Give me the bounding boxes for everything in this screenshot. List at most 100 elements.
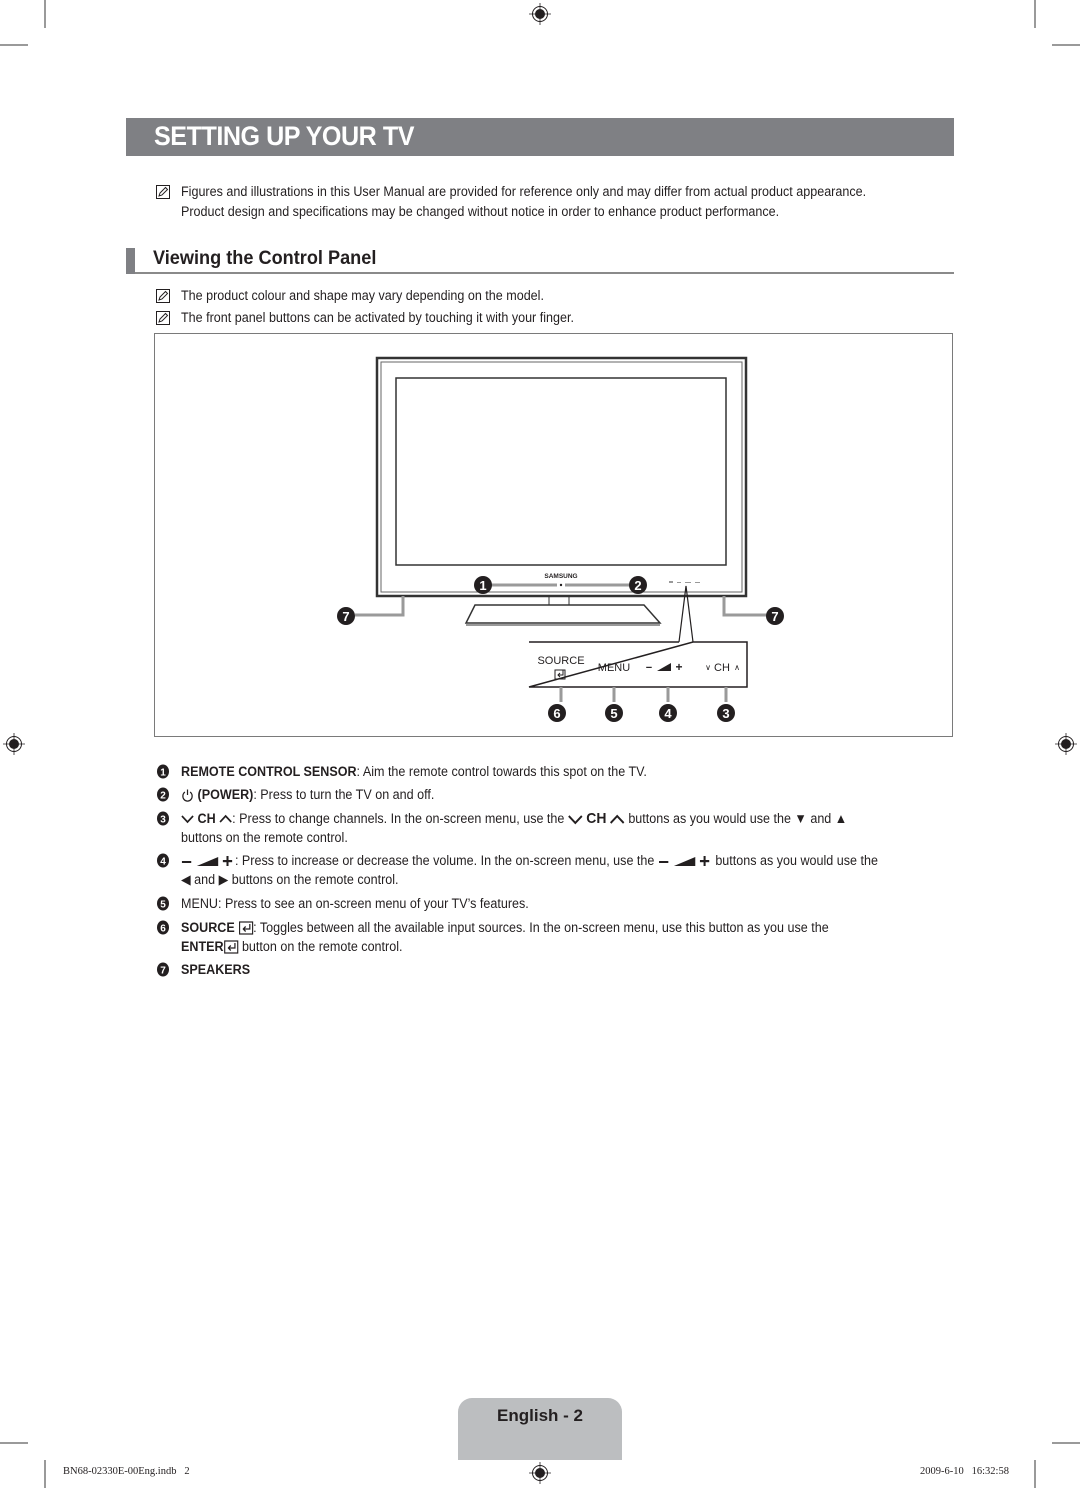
svg-text:2: 2 — [160, 791, 166, 802]
section-heading: Viewing the Control Panel — [126, 246, 954, 274]
enter-icon — [223, 940, 239, 955]
remote-sensor-dot — [559, 583, 563, 587]
page-title: SETTING UP YOUR TV — [154, 121, 414, 151]
desc-text: buttons as you would use the ▼ and ▲ — [628, 811, 848, 826]
note-icon — [156, 311, 170, 325]
volume-control-icon — [658, 856, 710, 867]
panel-leads — [559, 687, 728, 702]
registration-mark-icon — [3, 733, 25, 755]
section-note-text: The product colour and shape may vary de… — [181, 288, 544, 303]
number-badge-icon: 2 — [157, 787, 169, 802]
enter-icon — [238, 921, 253, 936]
crop-mark — [44, 1460, 46, 1488]
tv-stand — [464, 596, 662, 626]
svg-text:4: 4 — [160, 857, 166, 868]
svg-text:5: 5 — [610, 706, 617, 721]
desc-text: : Press to increase or decrease the volu… — [234, 853, 655, 868]
print-slug-file: BN68-02330E-00Eng.indb 2 — [63, 1466, 190, 1477]
power-icon — [182, 789, 193, 803]
desc-text: button on the remote control. — [241, 939, 403, 954]
desc-label: MENU — [181, 896, 218, 911]
desc-text: : Press to turn the TV on and off. — [253, 787, 435, 802]
callout-badge-4: 4 — [659, 704, 677, 722]
desc-label: (POWER) — [197, 787, 254, 802]
page-number: English - 2 — [497, 1406, 583, 1425]
desc-text: buttons on the remote control. — [181, 830, 348, 845]
callout-badge-1: 1 — [474, 576, 492, 594]
number-badge-icon: 5 — [157, 896, 169, 911]
intro-note-line-1: Figures and illustrations in this User M… — [181, 184, 867, 199]
desc-text: buttons as you would use the — [715, 853, 878, 868]
note-icon — [156, 289, 170, 303]
chevron-down-icon — [568, 815, 583, 825]
panel-ch-down: ∨ — [705, 663, 711, 672]
crop-mark — [1034, 1460, 1036, 1488]
desc-text: : Press to see an on-screen menu of your… — [217, 896, 529, 911]
svg-text:3: 3 — [160, 815, 166, 826]
svg-text:4: 4 — [664, 706, 672, 721]
number-badge-icon: 3 — [157, 811, 169, 826]
panel-label-source: SOURCE — [537, 655, 584, 667]
intro-note-line-2: Product design and specifications may be… — [181, 204, 780, 219]
desc-label: CH — [197, 811, 216, 826]
desc-text: ◀ and ▶ buttons on the remote control. — [181, 872, 399, 887]
callout-badge-6: 6 — [548, 704, 566, 722]
speaker-lead-right — [722, 596, 767, 617]
callout-badge-3: 3 — [717, 704, 735, 722]
number-badge-icon: 1 — [157, 764, 169, 779]
crop-mark — [1052, 44, 1080, 46]
callout-badge-5: 5 — [605, 704, 623, 722]
desc-label: SPEAKERS — [181, 962, 251, 977]
crop-mark — [1052, 1442, 1080, 1444]
desc-text: : Aim the remote control towards this sp… — [356, 764, 647, 779]
desc-text: : Toggles between all the available inpu… — [253, 920, 829, 935]
note-icon — [156, 185, 170, 199]
svg-text:3: 3 — [722, 706, 729, 721]
tv-illustration: SAMSUNG SOURCE MENU − + ∨ CH ∧ 1 2 7 7 6… — [337, 356, 784, 722]
section-heading-text: Viewing the Control Panel — [153, 247, 377, 269]
registration-mark-icon — [529, 3, 551, 25]
panel-volume-plus: + — [675, 660, 682, 674]
panel-volume-minus: − — [646, 662, 652, 674]
callout-badge-7-left: 7 — [337, 607, 355, 625]
callout-badge-7-right: 7 — [766, 607, 784, 625]
svg-text:2: 2 — [634, 578, 641, 593]
crop-mark — [0, 1442, 28, 1444]
brand-logo: SAMSUNG — [544, 573, 577, 580]
panel-label-ch: CH — [714, 662, 730, 674]
section-note-text: The front panel buttons can be activated… — [181, 310, 574, 325]
number-badge-icon: 7 — [157, 962, 169, 977]
desc-label-inline: CH — [586, 810, 607, 827]
page-title-bar: SETTING UP YOUR TV — [126, 118, 954, 156]
registration-mark-icon — [1055, 733, 1077, 755]
number-badge-icon: 6 — [157, 920, 169, 935]
svg-text:6: 6 — [553, 706, 560, 721]
crop-mark — [1034, 0, 1036, 28]
svg-text:6: 6 — [160, 924, 166, 935]
desc-text: : Press to change channels. In the on-sc… — [232, 811, 565, 826]
print-slug-date: 2009-6-10 16:32:58 — [920, 1466, 1009, 1477]
crop-mark — [0, 44, 28, 46]
svg-text:5: 5 — [160, 900, 166, 911]
desc-label: REMOTE CONTROL SENSOR — [181, 764, 357, 779]
chevron-up-icon — [610, 814, 625, 824]
number-badge-icon: 4 — [157, 853, 169, 868]
panel-label-menu: MENU — [598, 662, 630, 674]
crop-mark — [44, 0, 46, 28]
svg-text:7: 7 — [160, 966, 166, 977]
control-panel-figure: SAMSUNG SOURCE MENU − + ∨ CH ∧ 1 2 7 7 6… — [154, 333, 953, 737]
desc-label: SOURCE — [181, 920, 235, 935]
panel-ch-up: ∧ — [734, 663, 740, 672]
page-number-tab: English - 2 — [458, 1398, 622, 1460]
chevron-up-icon — [219, 815, 232, 824]
svg-text:7: 7 — [771, 609, 778, 624]
svg-text:1: 1 — [479, 578, 486, 593]
volume-control-icon — [181, 856, 233, 867]
chevron-down-icon — [181, 815, 194, 824]
callout-badge-2: 2 — [629, 576, 647, 594]
speaker-lead-left — [355, 596, 405, 617]
registration-mark-icon — [529, 1462, 551, 1484]
svg-text:7: 7 — [342, 609, 349, 624]
svg-text:1: 1 — [160, 768, 166, 779]
desc-label-inline: ENTER — [181, 939, 224, 954]
